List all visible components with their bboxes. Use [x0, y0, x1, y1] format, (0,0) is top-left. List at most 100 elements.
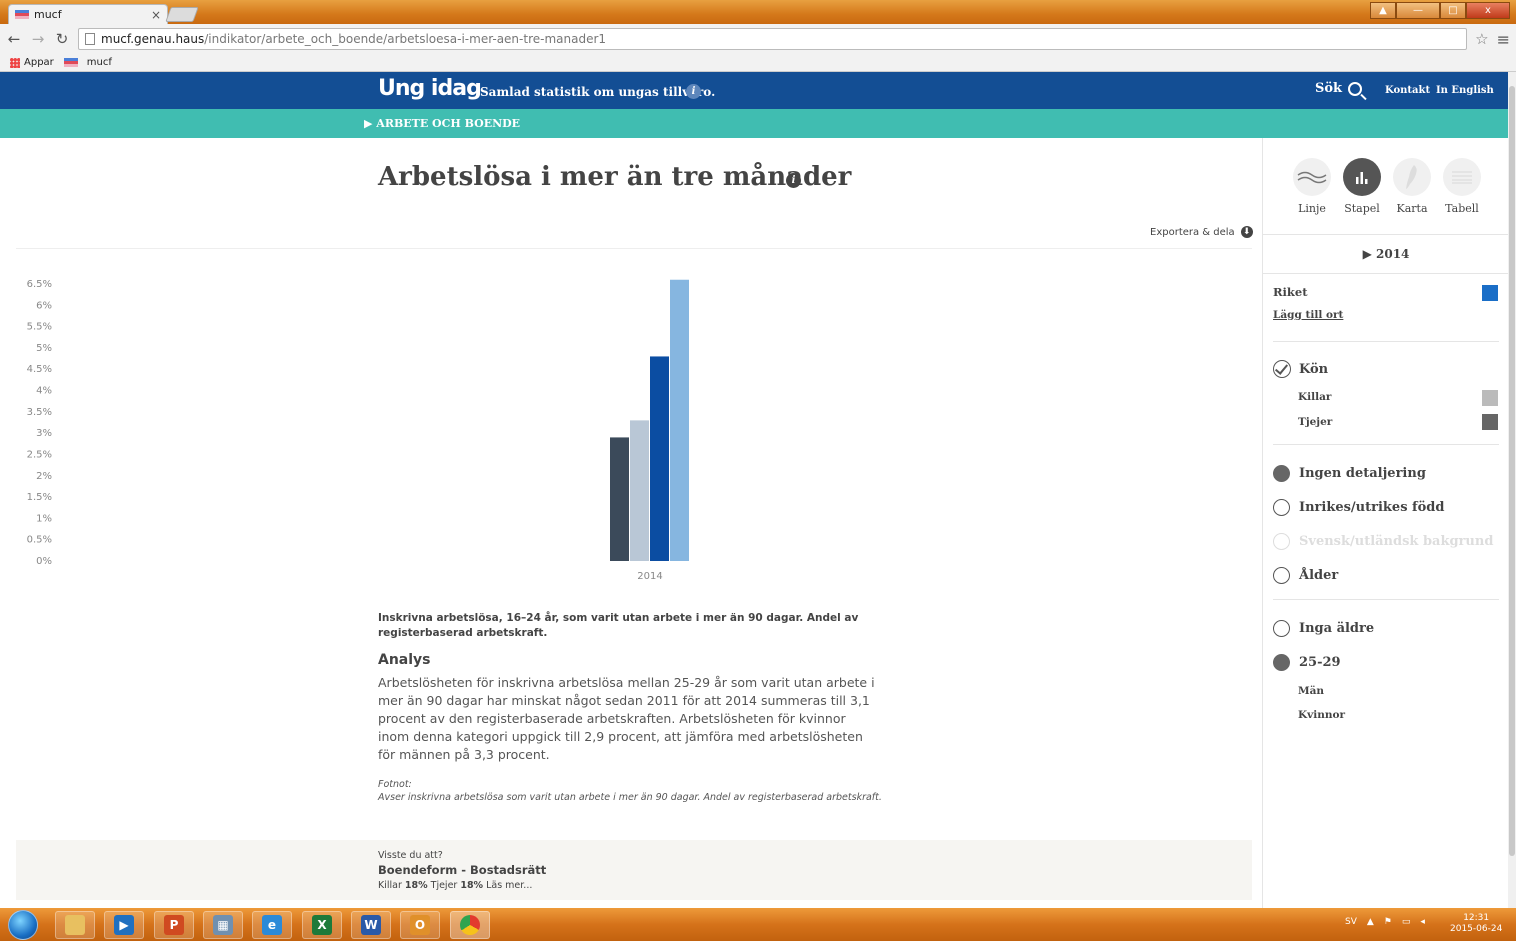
view-line[interactable]: Linje	[1291, 138, 1333, 234]
option-25-29[interactable]: 25-29	[1273, 654, 1341, 671]
view-table[interactable]: Tabell	[1441, 138, 1483, 234]
forward-arrow-icon[interactable]: →	[30, 30, 46, 48]
window-extra-button[interactable]: ▲	[1370, 2, 1396, 19]
window-controls: ▲ — □ x	[1370, 2, 1510, 19]
bar-chart-svg: 0% 0.5% 1% 1.5% 2% 2.5% 3% 3.5% 4% 4.5% 5% 5.5% 6% 6.…	[27, 279, 689, 582]
x-tick-label: 2014	[637, 571, 662, 582]
new-tab-button[interactable]	[165, 7, 199, 22]
divider	[1273, 341, 1499, 342]
info-icon[interactable]: i	[686, 84, 701, 99]
did-you-know-stats: Killar 18% Tjejer 18% Läs mer...	[378, 880, 532, 891]
tab-close-icon[interactable]: ×	[151, 8, 161, 22]
taskbar-internet-explorer[interactable]: e	[252, 911, 292, 939]
y-tick-label: 0.5%	[27, 535, 52, 546]
page-scrollbar[interactable]	[1508, 72, 1516, 908]
taskbar-outlook[interactable]: O	[400, 911, 440, 939]
calculator-icon: ▦	[213, 915, 233, 935]
divider	[16, 248, 1252, 249]
site-tagline: Samlad statistik om ungas tillvaro.	[480, 85, 716, 99]
tray-expand-icon[interactable]: ▲	[1367, 917, 1374, 927]
taskbar-word[interactable]: W	[351, 911, 391, 939]
y-tick-label: 1%	[36, 513, 52, 524]
taskbar-chrome[interactable]	[450, 911, 490, 939]
minimize-button[interactable]: —	[1396, 2, 1440, 19]
clock-date: 2015-06-24	[1450, 924, 1503, 934]
chart-bar[interactable]	[630, 420, 649, 561]
internet-explorer-icon: e	[262, 915, 282, 935]
dyk-killar-value: 18%	[404, 880, 428, 891]
read-more-link[interactable]: Läs mer...	[486, 880, 532, 891]
excel-icon: X	[312, 915, 332, 935]
back-arrow-icon[interactable]: ←	[6, 30, 22, 48]
view-mode-selector: Linje Stapel Karta Tabell	[1263, 138, 1509, 234]
chart-bar[interactable]	[670, 279, 689, 561]
taskbar-media-player[interactable]: ▶	[104, 911, 144, 939]
bar-chart: 0% 0.5% 1% 1.5% 2% 2.5% 3% 3.5% 4% 4.5% 5% 5.5% 6% 6.…	[0, 268, 1262, 588]
divider	[1263, 273, 1509, 274]
contact-link[interactable]: Kontakt	[1385, 85, 1430, 96]
year-selector[interactable]: ▶ 2014	[1263, 235, 1509, 273]
y-tick-label: 2.5%	[27, 449, 52, 460]
taskbar-calculator[interactable]: ▦	[203, 911, 243, 939]
chart-bar[interactable]	[650, 356, 669, 561]
filter-sidebar: Linje Stapel Karta Tabell ▶ 2014 Riket L…	[1262, 138, 1509, 908]
radio-icon	[1273, 499, 1290, 516]
bookmark-apps[interactable]: Appar	[10, 57, 54, 68]
network-icon[interactable]: ▭	[1402, 917, 1411, 927]
age-sub-man: Män	[1298, 685, 1325, 697]
gender-heading: Kön	[1299, 361, 1329, 377]
volume-icon[interactable]: ◂	[1420, 917, 1425, 927]
gender-toggle[interactable]: Kön	[1273, 360, 1328, 378]
url-host: mucf.genau.haus	[101, 32, 205, 46]
chart-bar[interactable]	[610, 437, 629, 561]
browser-tab[interactable]: mucf ×	[8, 4, 168, 24]
start-button[interactable]	[8, 910, 38, 940]
taskbar-excel[interactable]: X	[302, 911, 342, 939]
maximize-button[interactable]: □	[1440, 2, 1466, 19]
clock-time: 12:31	[1463, 913, 1490, 923]
reload-icon[interactable]: ↻	[54, 30, 70, 48]
checkmark-icon	[1273, 360, 1291, 378]
address-bar[interactable]: mucf.genau.haus /indikator/arbete_och_bo…	[78, 28, 1468, 50]
bookmark-star-icon[interactable]: ☆	[1475, 30, 1488, 48]
view-map[interactable]: Karta	[1391, 138, 1433, 234]
option-inga-aldre[interactable]: Inga äldre	[1273, 620, 1374, 637]
option-ingen-detaljering[interactable]: Ingen detaljering	[1273, 465, 1426, 482]
radio-icon	[1273, 620, 1290, 637]
y-tick-label: 4.5%	[27, 364, 52, 375]
language-indicator[interactable]: SV	[1345, 917, 1357, 927]
taskbar-explorer[interactable]	[55, 911, 95, 939]
radio-selected-icon	[1273, 654, 1290, 671]
export-share-button[interactable]: Exportera & dela ⬇	[1150, 226, 1253, 238]
add-place-link[interactable]: Lägg till ort	[1273, 309, 1343, 321]
chart-caption: Inskrivna arbetslösa, 16–24 år, som vari…	[378, 612, 859, 639]
scrollbar-thumb[interactable]	[1509, 86, 1515, 856]
y-tick-label: 1.5%	[27, 492, 52, 503]
bookmark-mucf[interactable]: mucf	[63, 57, 112, 68]
search-button[interactable]: Sök	[1315, 81, 1363, 96]
main-content: Arbetslösa i mer än tre månader i Export…	[0, 138, 1262, 908]
search-label: Sök	[1315, 81, 1343, 96]
category-link-arbete-och-boende[interactable]: ▶ ARBETE OCH BOENDE	[364, 117, 520, 130]
view-bar[interactable]: Stapel	[1341, 138, 1383, 234]
view-line-label: Linje	[1298, 202, 1326, 215]
english-link[interactable]: In English	[1436, 85, 1494, 96]
divider	[1273, 444, 1499, 445]
browser-menu-icon[interactable]: ≡	[1497, 30, 1510, 49]
analysis-heading: Analys	[378, 652, 431, 668]
folder-icon	[65, 915, 85, 935]
option-alder[interactable]: Ålder	[1273, 567, 1338, 584]
y-tick-label: 6.5%	[27, 279, 52, 290]
windows-taskbar: ▶ P ▦ e X W O SV ▲ ⚑ ▭ ◂ 12:31 2015-06-2…	[0, 908, 1516, 941]
mucf-favicon-icon	[15, 10, 29, 19]
taskbar-powerpoint[interactable]: P	[154, 911, 194, 939]
close-window-button[interactable]: x	[1466, 2, 1510, 19]
system-clock[interactable]: 12:31 2015-06-24	[1450, 913, 1502, 935]
site-header: Ung idag Samlad statistik om ungas tillv…	[0, 72, 1508, 109]
export-label: Exportera & dela	[1150, 226, 1235, 238]
flag-icon[interactable]: ⚑	[1384, 917, 1392, 927]
site-logo[interactable]: Ung idag	[378, 76, 482, 101]
bookmark-apps-label: Appar	[24, 57, 54, 68]
option-inrikes-utrikes[interactable]: Inrikes/utrikes född	[1273, 499, 1444, 516]
title-info-icon[interactable]: i	[786, 173, 801, 188]
